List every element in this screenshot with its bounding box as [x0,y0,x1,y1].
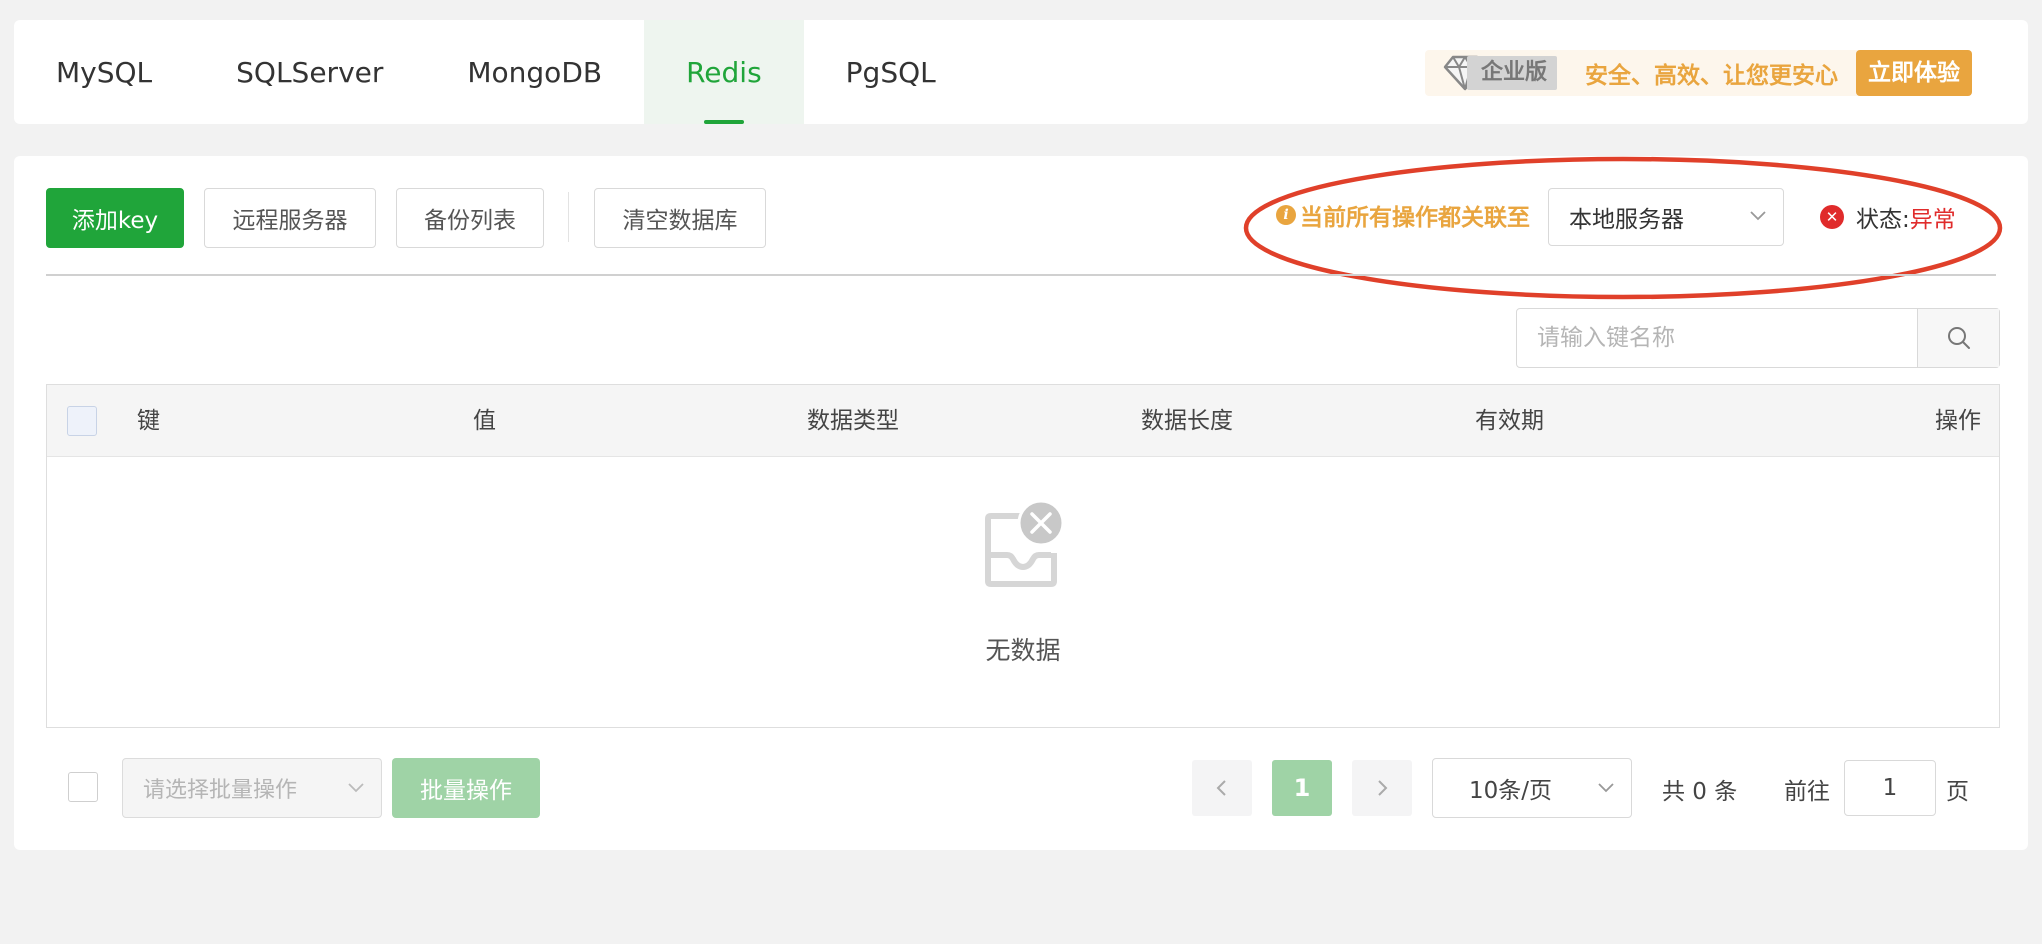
footer-select-all-checkbox[interactable] [68,772,98,802]
empty-inbox-icon [985,501,1063,587]
page-size-value: 10条/页 [1469,778,1553,804]
empty-state-text: 无数据 [985,636,1061,665]
tab-list: MySQL SQLServer MongoDB Redis PgSQL [14,20,978,124]
annotation-ellipse [1243,156,2003,300]
promo-slogan: 安全、高效、让您更安心 [1585,63,1838,89]
goto-page-input[interactable] [1844,760,1936,816]
enterprise-promo: 企业版 安全、高效、让您更安心 立即体验 [1424,50,1972,96]
chevron-left-icon [1216,780,1226,796]
key-search [1516,308,2000,368]
batch-select-placeholder: 请选择批量操作 [143,778,298,803]
enterprise-label: 企业版 [1466,56,1557,90]
clear-database-button[interactable]: 清空数据库 [594,188,766,248]
chevron-right-icon [1378,780,1388,796]
page-size-select[interactable]: 10条/页 [1432,758,1632,818]
backup-list-button[interactable]: 备份列表 [396,188,544,248]
goto-label: 前往 [1784,779,1830,805]
column-header-length: 数据长度 [1141,408,1233,434]
tab-pgsql[interactable]: PgSQL [804,20,978,124]
add-key-button[interactable]: 添加key [46,188,184,248]
total-count: 共 0 条 [1662,779,1738,805]
key-search-input[interactable] [1517,309,1917,367]
table-body: 无数据 [47,457,1999,727]
chevron-down-icon [348,783,364,793]
chevron-down-icon [1598,783,1614,793]
tab-mongodb[interactable]: MongoDB [425,20,644,124]
next-page-button[interactable] [1352,760,1412,816]
column-header-value: 值 [473,408,496,434]
try-now-button[interactable]: 立即体验 [1856,50,1972,96]
redis-panel: 添加key 远程服务器 备份列表 清空数据库 i 当前所有操作都关联至 本地服务… [14,156,2028,850]
tab-sqlserver[interactable]: SQLServer [194,20,425,124]
enterprise-badge: 企业版 [1425,53,1567,93]
tab-redis[interactable]: Redis [644,20,804,124]
select-all-checkbox[interactable] [67,406,97,436]
batch-operation-select[interactable]: 请选择批量操作 [122,758,382,818]
column-header-key: 键 [137,408,160,434]
toolbar-divider [568,192,569,242]
search-icon [1947,327,1970,349]
goto-suffix: 页 [1946,779,1969,805]
database-tab-bar: MySQL SQLServer MongoDB Redis PgSQL 企业版 … [14,20,2028,124]
table-header: 键 值 数据类型 数据长度 有效期 操作 [47,385,1999,457]
search-button[interactable] [1917,309,1999,367]
remote-server-button[interactable]: 远程服务器 [204,188,376,248]
column-header-actions: 操作 [1935,408,1981,434]
column-header-type: 数据类型 [807,408,899,434]
toolbar-separator [46,274,1996,276]
page-number-button[interactable]: 1 [1272,760,1332,816]
tab-mysql[interactable]: MySQL [14,20,194,124]
batch-operation-button[interactable]: 批量操作 [392,758,540,818]
column-header-ttl: 有效期 [1475,408,1544,434]
keys-table: 键 值 数据类型 数据长度 有效期 操作 无数据 [46,384,2000,728]
prev-page-button[interactable] [1192,760,1252,816]
